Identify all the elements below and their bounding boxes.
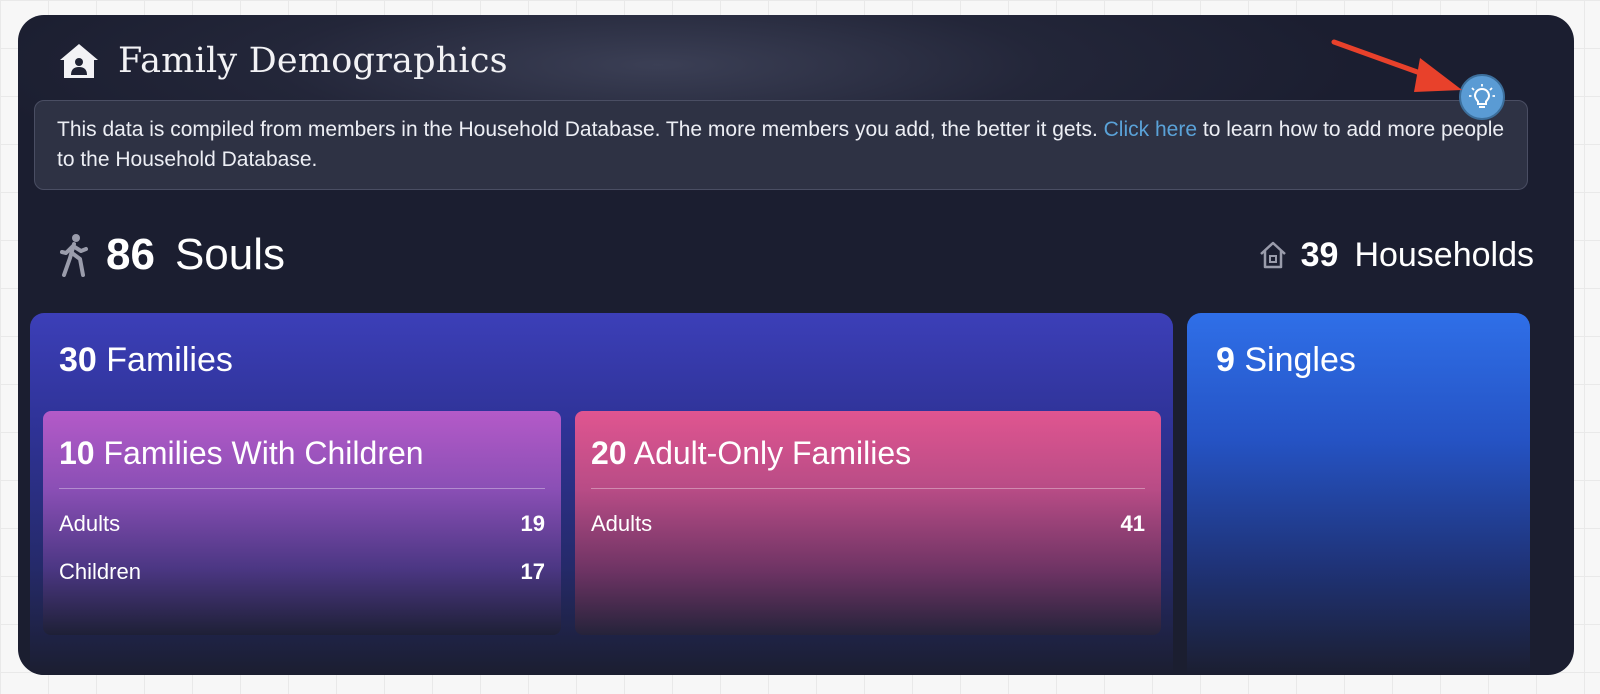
stat-label: Adults <box>59 511 121 536</box>
lightbulb-icon <box>1469 84 1495 108</box>
stat-row-adults: Adults 41 <box>591 511 1145 537</box>
adult-only-families-count: 20 <box>591 435 627 471</box>
families-heading: 30 Families <box>59 341 233 380</box>
stat-row-adults: Adults 19 <box>59 511 545 537</box>
households-summary: 39 Households <box>1257 227 1534 283</box>
families-with-children-card: 10 Families With Children Adults 19 Chil… <box>43 411 561 635</box>
souls-summary: 86 Souls <box>56 220 285 290</box>
families-with-children-title: 10 Families With Children <box>59 435 545 489</box>
info-banner: This data is compiled from members in th… <box>34 100 1528 190</box>
souls-count: 86 <box>106 230 155 279</box>
adult-only-families-title: 20 Adult-Only Families <box>591 435 1145 489</box>
family-demographics-card: Family Demographics This data is compile… <box>18 15 1574 675</box>
households-label: Households <box>1354 235 1534 274</box>
stat-row-children: Children 17 <box>59 559 545 585</box>
stat-value: 17 <box>520 559 545 584</box>
adult-only-families-card: 20 Adult-Only Families Adults 41 <box>575 411 1161 635</box>
house-outline-icon <box>1257 239 1289 271</box>
click-here-link[interactable]: Click here <box>1104 118 1197 141</box>
stat-value: 41 <box>1120 511 1145 536</box>
singles-panel: 9 Singles <box>1187 313 1530 675</box>
stat-value: 19 <box>520 511 545 536</box>
families-panel: 30 Families 10 Families With Children Ad… <box>30 313 1173 675</box>
souls-label: Souls <box>174 230 286 279</box>
home-icon <box>58 41 100 81</box>
families-with-children-label: Families With Children <box>103 435 424 471</box>
families-count: 30 <box>59 341 97 379</box>
families-with-children-count: 10 <box>59 435 95 471</box>
card-header: Family Demographics <box>58 37 508 85</box>
singles-count: 9 <box>1216 341 1235 379</box>
households-count: 39 <box>1300 235 1339 274</box>
singles-heading: 9 Singles <box>1216 341 1356 380</box>
singles-label: Singles <box>1244 341 1356 379</box>
stat-label: Adults <box>591 511 653 536</box>
page-title: Family Demographics <box>118 41 508 81</box>
stat-label: Children <box>59 559 141 584</box>
walking-person-icon <box>56 233 92 277</box>
adult-only-families-label: Adult-Only Families <box>633 435 912 471</box>
info-text: This data is compiled from members in th… <box>57 118 1098 141</box>
tip-button[interactable] <box>1459 74 1505 120</box>
families-label: Families <box>106 341 233 379</box>
